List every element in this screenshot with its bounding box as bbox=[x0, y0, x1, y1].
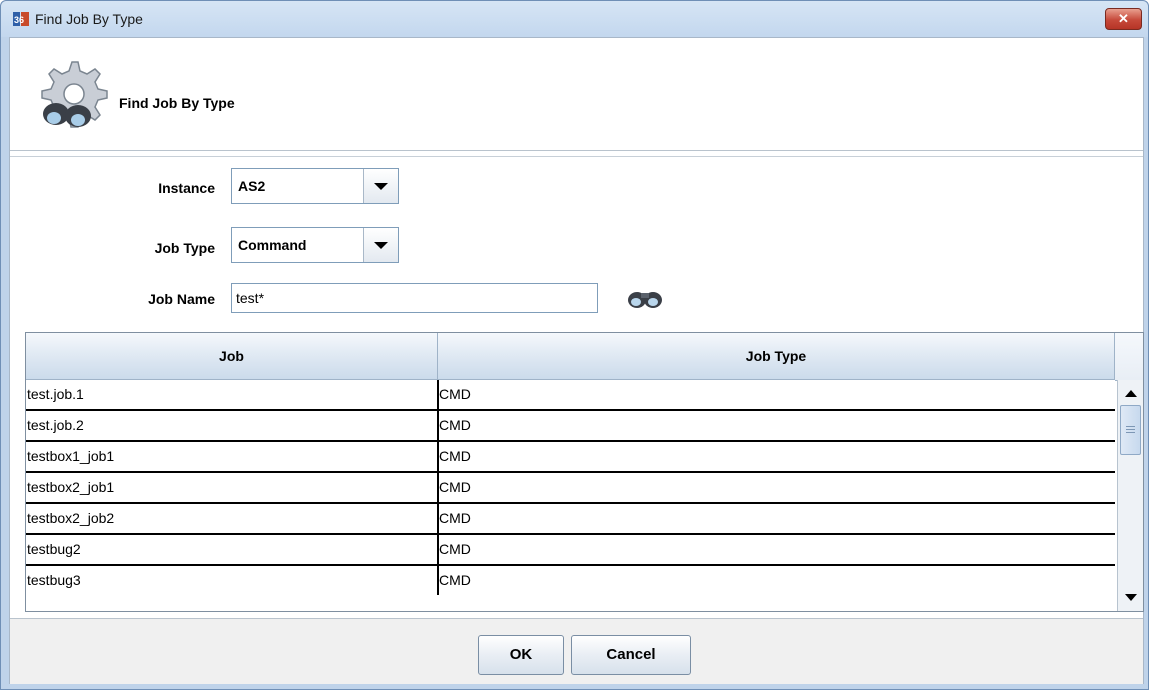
cancel-button[interactable]: Cancel bbox=[571, 635, 691, 675]
table-row[interactable]: testbox2_job2 CMD bbox=[26, 504, 1115, 535]
job-cell: testbug2 bbox=[26, 535, 439, 564]
svg-text:36: 36 bbox=[14, 15, 24, 25]
window-title: Find Job By Type bbox=[35, 11, 143, 27]
job-type-dropdown[interactable]: Command bbox=[231, 227, 399, 263]
instance-label: Instance bbox=[158, 180, 215, 196]
dialog-client-area: Find Job By Type Instance AS2 Job Type C… bbox=[9, 37, 1144, 684]
job-type-cell: CMD bbox=[439, 448, 471, 464]
table-row[interactable]: test.job.1 CMD bbox=[26, 380, 1115, 411]
scrollbar-thumb[interactable] bbox=[1120, 405, 1141, 455]
table-row[interactable]: test.job.2 CMD bbox=[26, 411, 1115, 442]
ok-button[interactable]: OK bbox=[478, 635, 564, 675]
grip-line bbox=[1126, 429, 1135, 430]
job-type-label: Job Type bbox=[154, 240, 215, 256]
job-cell: testbox2_job1 bbox=[26, 473, 439, 502]
job-type-cell: CMD bbox=[439, 510, 471, 526]
job-name-input[interactable] bbox=[231, 283, 598, 313]
table-row[interactable]: testbug3 CMD bbox=[26, 566, 1115, 597]
grip-line bbox=[1126, 432, 1135, 433]
scroll-up-icon[interactable] bbox=[1125, 390, 1137, 397]
close-button[interactable]: ✕ bbox=[1105, 8, 1142, 30]
scroll-down-icon[interactable] bbox=[1125, 594, 1137, 601]
column-header-job[interactable]: Job bbox=[26, 333, 438, 380]
dialog-window: 36 Find Job By Type ✕ Find Job By Type I… bbox=[0, 0, 1149, 690]
chevron-down-icon bbox=[374, 183, 388, 190]
table-row[interactable]: testbug2 CMD bbox=[26, 535, 1115, 566]
table-row[interactable]: testbox1_job1 CMD bbox=[26, 442, 1115, 473]
results-table: Job Job Type test.job.1 CMD test.job.2 C… bbox=[25, 332, 1144, 612]
job-type-cell: CMD bbox=[439, 479, 471, 495]
app-logo-icon: 36 bbox=[13, 12, 29, 26]
chevron-down-icon bbox=[374, 242, 388, 249]
table-header-corner bbox=[1115, 333, 1143, 381]
search-form-panel: Instance AS2 Job Type Command Job Name t… bbox=[10, 156, 1144, 617]
job-type-cell: CMD bbox=[439, 572, 471, 588]
instance-dropdown-value: AS2 bbox=[238, 178, 266, 194]
table-vertical-scrollbar[interactable] bbox=[1117, 380, 1143, 611]
job-cell: testbox1_job1 bbox=[26, 442, 439, 471]
job-cell: test.job.1 bbox=[26, 380, 439, 409]
column-header-job-type[interactable]: Job Type bbox=[438, 333, 1115, 380]
grip-line bbox=[1126, 426, 1135, 427]
job-cell: testbox2_job2 bbox=[26, 504, 439, 533]
button-bar: OK Cancel bbox=[10, 618, 1143, 684]
table-row[interactable]: testbox2_job1 CMD bbox=[26, 473, 1115, 504]
job-type-cell: CMD bbox=[439, 541, 471, 557]
job-type-dropdown-value: Command bbox=[238, 237, 307, 253]
title-bar[interactable]: 36 Find Job By Type ✕ bbox=[1, 1, 1148, 37]
header-panel: Find Job By Type bbox=[10, 38, 1143, 151]
instance-dropdown-button[interactable] bbox=[363, 169, 398, 203]
job-type-dropdown-button[interactable] bbox=[363, 228, 398, 262]
header-title: Find Job By Type bbox=[119, 95, 235, 111]
job-type-cell: CMD bbox=[439, 386, 471, 402]
binoculars-icon[interactable] bbox=[626, 287, 666, 311]
job-name-label: Job Name bbox=[148, 291, 215, 307]
gear-binoculars-icon bbox=[41, 61, 108, 128]
instance-dropdown[interactable]: AS2 bbox=[231, 168, 399, 204]
job-cell: testbug3 bbox=[26, 566, 439, 595]
job-cell: test.job.2 bbox=[26, 411, 439, 440]
job-type-cell: CMD bbox=[439, 417, 471, 433]
